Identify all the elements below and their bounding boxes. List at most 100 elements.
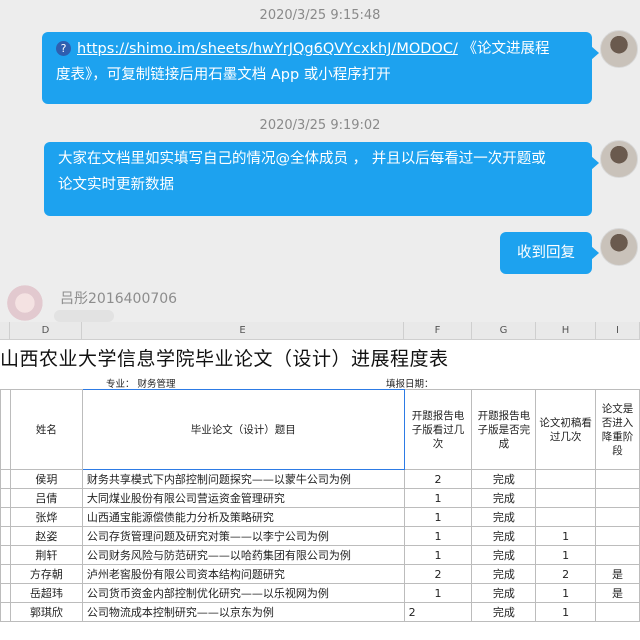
cell-title: 公司财务风险与防范研究——以哈药集团有限公司为例 — [81, 545, 405, 565]
cell-title: 大同煤业股份有限公司营运资金管理研究 — [81, 488, 405, 508]
cell-proposal-done: 完成 — [471, 526, 537, 546]
cell — [0, 488, 11, 508]
date-label: 填报日期： — [386, 379, 434, 390]
cell-name: 赵姿 — [9, 526, 83, 546]
cell-name: 侯玥 — [9, 469, 83, 489]
header-proposal-views: 开题报告电子版看过几次 — [403, 389, 473, 470]
cell-plagiarism — [595, 526, 640, 546]
message-text: 度表》，可复制链接后用石墨文档 App 或小程序打开 — [56, 67, 391, 83]
cell-proposal-done: 完成 — [471, 602, 537, 622]
cell-draft-views: 1 — [535, 526, 597, 546]
header-title: 毕业论文（设计）题目 — [81, 389, 405, 470]
avatar[interactable] — [600, 140, 638, 178]
major-label: 专业： 财务管理 — [106, 379, 176, 390]
cell-proposal-views: 1 — [403, 545, 473, 565]
cell-proposal-done: 完成 — [471, 488, 537, 508]
cell-title: 泸州老窖股份有限公司资本结构问题研究 — [81, 564, 405, 584]
cell-proposal-done: 完成 — [471, 583, 537, 603]
cell-name: 张烨 — [9, 507, 83, 527]
message-text: 论文实时更新数据 — [58, 177, 174, 193]
cell-proposal-views: 2 — [403, 602, 473, 622]
cell-name: 岳超玮 — [9, 583, 83, 603]
table-row: 侯玥 财务共享模式下内部控制问题探究——以蒙牛公司为例 2 完成 — [0, 469, 640, 489]
table-row: 方存朝 泸州老窖股份有限公司资本结构问题研究 2 完成 2 是 — [0, 564, 640, 584]
cell-name: 方存朝 — [9, 564, 83, 584]
cell — [0, 564, 11, 584]
cell — [0, 583, 11, 603]
table-row: 张烨 山西通宝能源偿债能力分析及策略研究 1 完成 — [0, 507, 640, 527]
message-bubble-reply[interactable]: 收到回复 — [500, 232, 599, 274]
cell-title: 财务共享模式下内部控制问题探究——以蒙牛公司为例 — [81, 469, 405, 489]
table-row: 吕倩 大同煤业股份有限公司营运资金管理研究 1 完成 — [0, 488, 640, 508]
sheet-title: 山西农业大学信息学院毕业论文（设计）进展程度表 — [0, 348, 449, 370]
cell-draft-views — [535, 488, 597, 508]
spreadsheet-image: D E F G H I 山西农业大学信息学院毕业论文（设计）进展程度表 专业： … — [0, 322, 640, 640]
cell-plagiarism — [595, 469, 640, 489]
cell-plagiarism: 是 — [595, 583, 640, 603]
cell-title: 公司存货管理问题及研究对策——以李宁公司为例 — [81, 526, 405, 546]
column-header-d: D — [10, 322, 82, 340]
cell — [0, 545, 11, 565]
cell-draft-views: 1 — [535, 602, 597, 622]
cell-title: 公司货币资金内部控制优化研究——以乐视网为例 — [81, 583, 405, 603]
cell-draft-views: 1 — [535, 583, 597, 603]
column-header-blank — [0, 322, 10, 340]
cell-plagiarism — [595, 507, 640, 527]
cell — [0, 602, 11, 622]
message-text: 大家在文档里如实填写自己的情况@全体成员 ， 并且以后每看过一次开题或 — [58, 151, 546, 167]
table-row: 赵姿 公司存货管理问题及研究对策——以李宁公司为例 1 完成 1 — [0, 526, 640, 546]
link-icon: ? — [56, 41, 71, 56]
cell-name: 荆轩 — [9, 545, 83, 565]
cell-title: 公司物流成本控制研究——以京东为例 — [81, 602, 405, 622]
table-row: 岳超玮 公司货币资金内部控制优化研究——以乐视网为例 1 完成 1 是 — [0, 583, 640, 603]
message-text: 《论文进展程 — [457, 41, 550, 57]
cell-plagiarism — [595, 545, 640, 565]
cell — [0, 507, 11, 527]
sender-name: 吕彤2016400706 — [60, 291, 178, 307]
cell-draft-views: 2 — [535, 564, 597, 584]
cell-title: 山西通宝能源偿债能力分析及策略研究 — [81, 507, 405, 527]
header-name: 姓名 — [9, 389, 83, 470]
timestamp: 2020/3/25 9:19:02 — [259, 118, 381, 133]
header-row: 姓名 毕业论文（设计）题目 开题报告电子版看过几次 开题报告电子版是否完成 论文… — [0, 389, 640, 470]
cell-proposal-done: 完成 — [471, 469, 537, 489]
avatar[interactable] — [600, 228, 638, 266]
cell-proposal-views: 1 — [403, 526, 473, 546]
table-row: 荆轩 公司财务风险与防范研究——以哈药集团有限公司为例 1 完成 1 — [0, 545, 640, 565]
table-row: 郭琪欣 公司物流成本控制研究——以京东为例 2 完成 1 — [0, 602, 640, 622]
cell-plagiarism: 是 — [595, 564, 640, 584]
cell — [0, 389, 11, 470]
cell-plagiarism — [595, 602, 640, 622]
message-bubble-link[interactable]: ? https://shimo.im/sheets/hwYrJQg6QVYcxkh… — [42, 32, 599, 104]
shimo-link[interactable]: https://shimo.im/sheets/hwYrJQg6QVYcxkhJ… — [77, 41, 458, 57]
column-header-i: I — [596, 322, 640, 340]
sender-avatar[interactable] — [6, 285, 48, 325]
header-proposal-done: 开题报告电子版是否完成 — [471, 389, 537, 470]
column-header-g: G — [472, 322, 536, 340]
header-plagiarism: 论文是否进入降重阶段 — [595, 389, 640, 470]
column-header-e: E — [82, 322, 404, 340]
cell-proposal-done: 完成 — [471, 564, 537, 584]
column-header-h: H — [536, 322, 596, 340]
cell-plagiarism — [595, 488, 640, 508]
cell-proposal-views: 2 — [403, 469, 473, 489]
avatar[interactable] — [600, 30, 638, 68]
progress-table: 姓名 毕业论文（设计）题目 开题报告电子版看过几次 开题报告电子版是否完成 论文… — [0, 389, 640, 622]
chat-panel: 2020/3/25 9:15:48 ? https://shimo.im/shee… — [0, 0, 640, 325]
cell-proposal-done: 完成 — [471, 507, 537, 527]
message-bubble-announcement[interactable]: 大家在文档里如实填写自己的情况@全体成员 ， 并且以后每看过一次开题或 论文实时… — [44, 142, 599, 216]
cell-proposal-views: 1 — [403, 488, 473, 508]
header-draft-views: 论文初稿看过几次 — [535, 389, 597, 470]
cell-proposal-done: 完成 — [471, 545, 537, 565]
cell-name: 郭琪欣 — [9, 602, 83, 622]
cell — [0, 526, 11, 546]
cell-draft-views — [535, 469, 597, 489]
cell-proposal-views: 1 — [403, 507, 473, 527]
cell-draft-views: 1 — [535, 545, 597, 565]
cell-draft-views — [535, 507, 597, 527]
cell-proposal-views: 1 — [403, 583, 473, 603]
cell — [0, 469, 11, 489]
timestamp: 2020/3/25 9:15:48 — [259, 8, 381, 23]
cell-proposal-views: 2 — [403, 564, 473, 584]
message-bubble-partial[interactable] — [54, 310, 114, 322]
